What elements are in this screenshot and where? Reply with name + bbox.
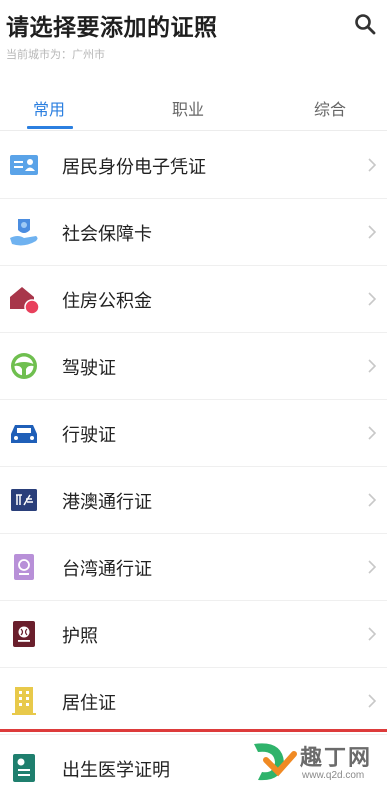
chevron-right-icon xyxy=(368,225,377,239)
list-item-housing-fund[interactable]: 住房公积金 xyxy=(0,266,387,333)
chevron-right-icon xyxy=(368,627,377,641)
social-security-icon xyxy=(10,219,38,246)
chevron-right-icon xyxy=(368,158,377,172)
list-item-driver-license[interactable]: 驾驶证 xyxy=(0,333,387,400)
list-item-vehicle-license[interactable]: 行驶证 xyxy=(0,400,387,467)
watermark-url-text: www.q2d.com xyxy=(302,770,365,781)
current-city-text: 当前城市为：广州市 xyxy=(6,48,105,61)
taiwan-pass-icon xyxy=(14,554,34,580)
list-item-hk-macau-pass[interactable]: 港澳通行证 xyxy=(0,467,387,534)
watermark-main-text: 趣丁网 xyxy=(300,746,373,771)
list-item-id-card[interactable]: 居民身份电子凭证 xyxy=(0,132,387,199)
list-item-label: 港澳通行证 xyxy=(62,492,152,513)
list-item-label: 社会保障卡 xyxy=(62,224,152,245)
search-icon[interactable] xyxy=(353,12,377,36)
chevron-right-icon xyxy=(368,359,377,373)
list-item-label: 住房公积金 xyxy=(62,291,152,312)
list-item-social-security[interactable]: 社会保障卡 xyxy=(0,199,387,266)
tab-profession[interactable]: 职业 xyxy=(172,96,204,120)
birth-certificate-icon xyxy=(13,754,35,782)
list-item-label: 台湾通行证 xyxy=(62,559,152,580)
tab-comprehensive[interactable]: 综合 xyxy=(314,96,346,120)
housing-fund-icon xyxy=(10,287,40,315)
highlight-divider xyxy=(0,729,387,732)
chevron-right-icon xyxy=(368,560,377,574)
hk-macau-pass-icon xyxy=(11,489,37,511)
active-tab-indicator xyxy=(27,126,73,129)
tab-common[interactable]: 常用 xyxy=(33,96,65,120)
page-title: 请选择要添加的证照 xyxy=(6,15,218,41)
list-item-passport[interactable]: 护照 xyxy=(0,601,387,668)
list-item-residence-permit[interactable]: 居住证 xyxy=(0,668,387,735)
passport-icon xyxy=(13,621,35,647)
car-icon xyxy=(11,425,37,443)
list-item-label: 行驶证 xyxy=(62,425,116,446)
site-watermark: 趣丁网 www.q2d.com xyxy=(248,736,387,787)
chevron-right-icon xyxy=(368,694,377,708)
residence-permit-icon xyxy=(12,687,36,715)
list-item-taiwan-pass[interactable]: 台湾通行证 xyxy=(0,534,387,601)
steering-wheel-icon xyxy=(11,353,37,379)
list-item-label: 居住证 xyxy=(62,693,116,714)
chevron-right-icon xyxy=(368,292,377,306)
list-item-label: 驾驶证 xyxy=(62,358,116,379)
page-header: 请选择要添加的证照 当前城市为：广州市 xyxy=(0,0,387,78)
chevron-right-icon xyxy=(368,426,377,440)
chevron-right-icon xyxy=(368,493,377,507)
category-tabs: 常用 职业 综合 xyxy=(0,80,387,131)
certificate-list: 居民身份电子凭证 社会保障卡 住房公积金 驾驶证 行驶证 港澳通行证 台湾通行证… xyxy=(0,132,387,801)
list-item-label: 居民身份电子凭证 xyxy=(62,157,206,178)
list-item-label: 出生医学证明 xyxy=(62,760,170,781)
id-card-icon xyxy=(10,155,38,175)
list-item-label: 护照 xyxy=(62,626,98,647)
